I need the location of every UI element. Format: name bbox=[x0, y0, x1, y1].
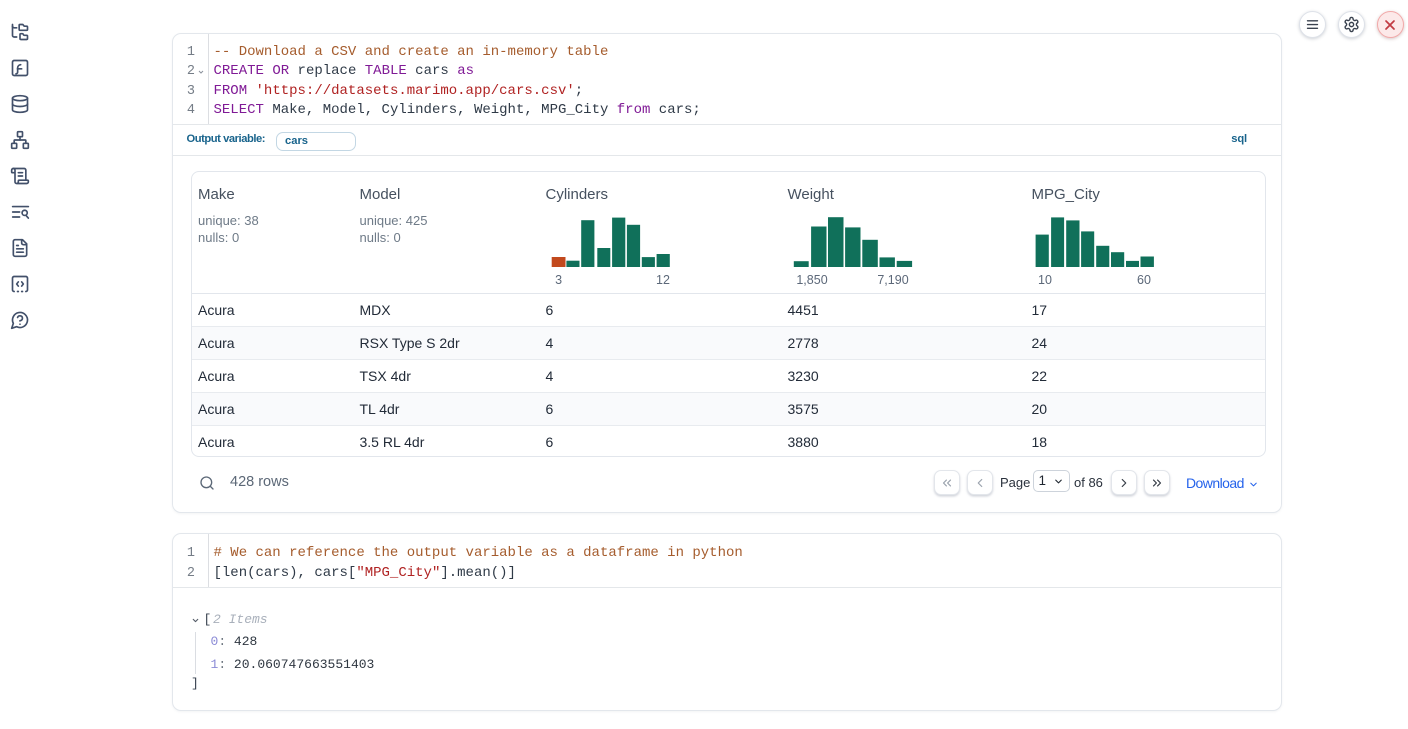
svg-text:7,190: 7,190 bbox=[877, 273, 908, 287]
svg-text:1,850: 1,850 bbox=[796, 273, 827, 287]
svg-text:3: 3 bbox=[555, 273, 562, 287]
svg-text:60: 60 bbox=[1137, 273, 1151, 287]
svg-text:10: 10 bbox=[1038, 273, 1052, 287]
svg-text:12: 12 bbox=[656, 273, 670, 287]
